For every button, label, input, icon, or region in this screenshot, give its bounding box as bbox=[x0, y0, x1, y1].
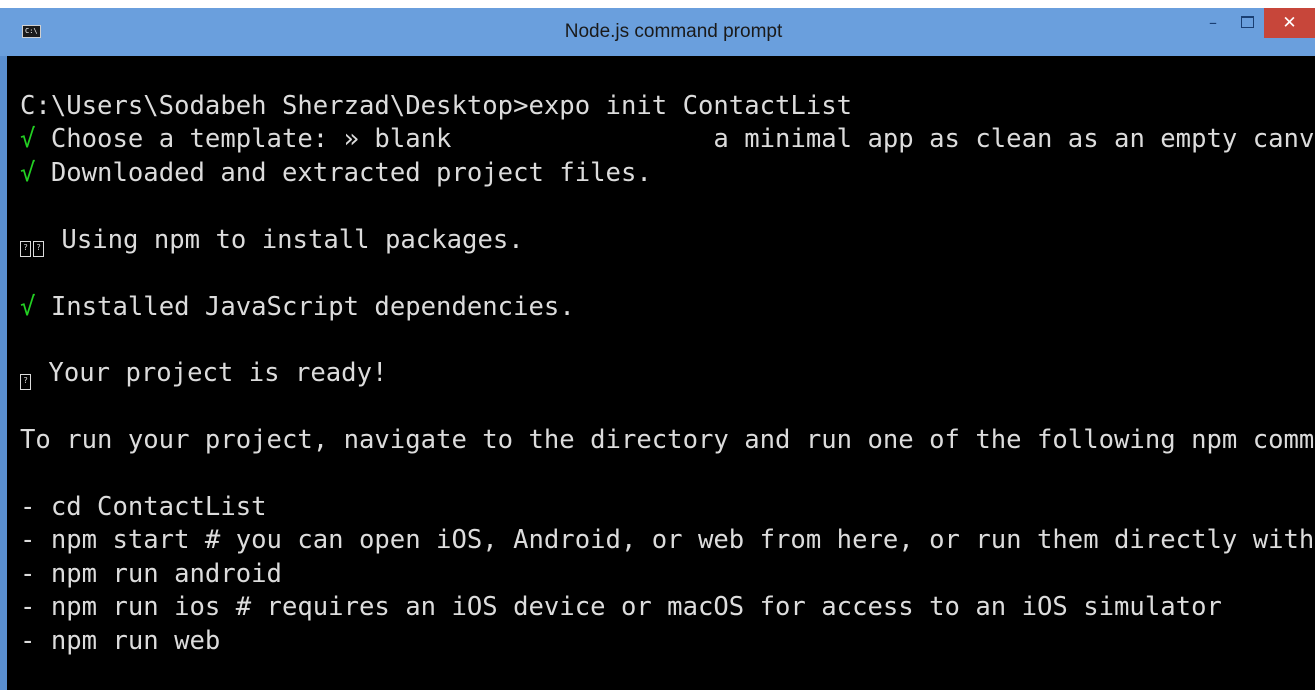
console-line: - npm run web bbox=[20, 626, 221, 656]
unknown-glyph-icon: ? bbox=[33, 241, 44, 257]
command-prompt-window: C:\ Node.js command prompt – ✕ C:\Users\… bbox=[0, 0, 1315, 690]
check-icon: √ bbox=[20, 124, 36, 154]
minimize-button[interactable]: – bbox=[1198, 8, 1228, 38]
unknown-glyph-icon: ? bbox=[20, 241, 31, 257]
console-line: - npm start # you can open iOS, Android,… bbox=[20, 525, 1315, 555]
maximize-button[interactable] bbox=[1232, 8, 1262, 38]
console-line: √ Installed JavaScript dependencies. bbox=[20, 292, 575, 322]
maximize-icon bbox=[1240, 15, 1254, 28]
console-line: To run your project, navigate to the dir… bbox=[20, 425, 1315, 455]
console-output[interactable]: C:\Users\Sodabeh Sherzad\Desktop>expo in… bbox=[7, 56, 1315, 690]
title-bar[interactable]: C:\ Node.js command prompt – ✕ bbox=[0, 8, 1315, 56]
check-icon: √ bbox=[20, 158, 36, 188]
console-line: - npm run ios # requires an iOS device o… bbox=[20, 592, 1222, 622]
unknown-glyph-icon: ? bbox=[20, 374, 31, 390]
check-icon: √ bbox=[20, 292, 36, 322]
console-line: ?? Using npm to install packages. bbox=[20, 224, 524, 257]
console-line: - cd ContactList bbox=[20, 492, 267, 522]
top-strip bbox=[0, 0, 1315, 8]
console-line: C:\Users\Sodabeh Sherzad\Desktop>expo in… bbox=[20, 91, 853, 121]
close-button[interactable]: ✕ bbox=[1264, 8, 1315, 38]
console-line: √ Downloaded and extracted project files… bbox=[20, 158, 652, 188]
console-line: ? Your project is ready! bbox=[20, 357, 387, 390]
console-line: - npm run android bbox=[20, 559, 282, 589]
window-title: Node.js command prompt bbox=[564, 21, 783, 42]
console-line: √ Choose a template: » blank a minimal a… bbox=[20, 124, 1315, 154]
